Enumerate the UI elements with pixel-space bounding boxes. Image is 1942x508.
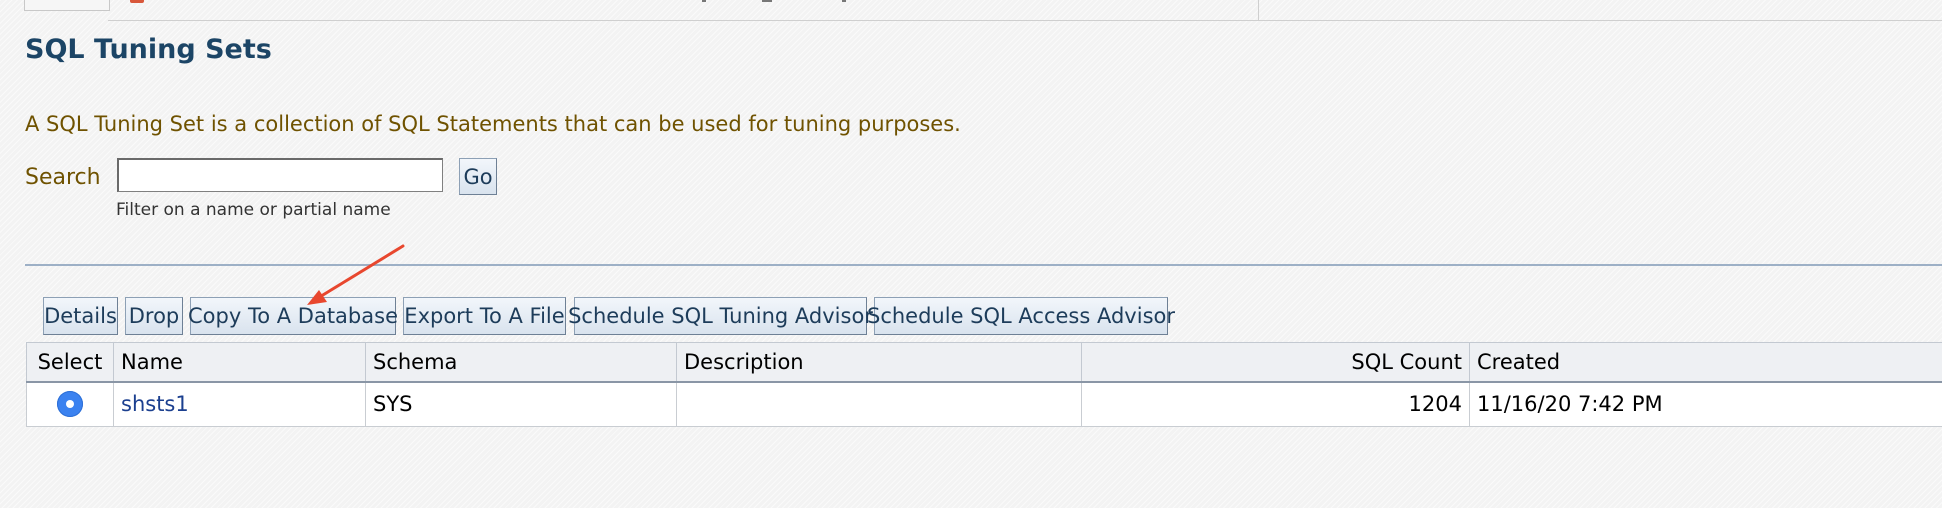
annotation-arrow-shaft xyxy=(316,244,405,300)
name-cell: shsts1 xyxy=(113,381,366,427)
page-title: SQL Tuning Sets xyxy=(25,34,272,65)
tuning-sets-table: Select Name Schema Description SQL Count… xyxy=(26,342,1942,427)
top-divider xyxy=(108,20,1942,21)
top-text-fragment xyxy=(762,0,772,2)
column-header-description: Description xyxy=(676,342,1082,383)
search-label: Search xyxy=(25,165,101,190)
top-text-fragment xyxy=(702,0,706,2)
schema-cell: SYS xyxy=(365,381,677,427)
drop-button[interactable]: Drop xyxy=(125,297,183,335)
schedule-access-advisor-button[interactable]: Schedule SQL Access Advisor xyxy=(867,297,1175,335)
column-header-created[interactable]: Created xyxy=(1469,342,1942,383)
column-header-select: Select xyxy=(26,342,114,383)
top-tab[interactable] xyxy=(24,0,110,11)
top-app-icon xyxy=(130,0,144,3)
details-button[interactable]: Details xyxy=(43,297,118,335)
tuning-set-name-link[interactable]: shsts1 xyxy=(121,392,189,416)
export-to-file-button[interactable]: Export To A File xyxy=(403,297,566,335)
go-button[interactable]: Go xyxy=(459,158,497,195)
schedule-tuning-advisor-button[interactable]: Schedule SQL Tuning Advisor xyxy=(568,297,873,335)
search-input[interactable] xyxy=(117,158,443,192)
annotation-arrow xyxy=(307,244,405,305)
top-vertical-divider xyxy=(1258,0,1259,21)
created-cell: 11/16/20 7:42 PM xyxy=(1469,381,1942,427)
column-header-name[interactable]: Name xyxy=(113,342,366,383)
sql-count-cell: 1204 xyxy=(1081,381,1470,427)
column-header-schema[interactable]: Schema xyxy=(365,342,677,383)
description-cell xyxy=(676,381,1082,427)
table-header-row: Select Name Schema Description SQL Count… xyxy=(26,342,1942,383)
section-divider xyxy=(25,264,1942,266)
page-description: A SQL Tuning Set is a collection of SQL … xyxy=(25,112,961,136)
table-row: shsts1 SYS 1204 11/16/20 7:42 PM xyxy=(26,381,1942,427)
top-text-fragment xyxy=(842,0,846,2)
copy-to-database-button[interactable]: Copy To A Database xyxy=(188,297,398,335)
search-hint: Filter on a name or partial name xyxy=(116,200,391,220)
row-select-radio[interactable] xyxy=(57,391,83,418)
select-cell xyxy=(26,381,114,427)
column-header-sql-count[interactable]: SQL Count xyxy=(1081,342,1470,383)
